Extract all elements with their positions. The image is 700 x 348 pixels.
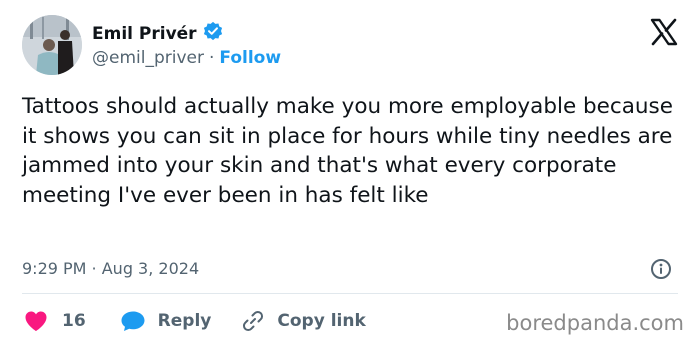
avatar[interactable] bbox=[22, 15, 82, 75]
heart-icon bbox=[24, 310, 48, 332]
author-handle-row: @emil_priver · Follow bbox=[92, 48, 281, 68]
info-icon[interactable] bbox=[650, 258, 672, 280]
tweet-actions: 16 Reply Copy link bbox=[24, 308, 366, 334]
x-logo-icon[interactable] bbox=[650, 18, 678, 46]
like-button[interactable]: 16 bbox=[24, 310, 86, 332]
watermark: boredpanda.com bbox=[506, 311, 684, 335]
like-count: 16 bbox=[62, 311, 86, 331]
avatar-photo bbox=[22, 15, 82, 75]
copy-link-label: Copy link bbox=[277, 311, 366, 331]
reply-bubble-icon bbox=[120, 310, 146, 332]
verified-badge-icon bbox=[203, 21, 223, 46]
handle-separator: · bbox=[208, 48, 215, 68]
copy-link-button[interactable]: Copy link bbox=[241, 309, 366, 333]
tweet-timestamp[interactable]: 9:29 PM · Aug 3, 2024 bbox=[22, 259, 199, 278]
divider bbox=[22, 293, 678, 294]
link-icon bbox=[241, 309, 265, 333]
author-name[interactable]: Emil Privér bbox=[92, 24, 197, 44]
reply-button[interactable]: Reply bbox=[120, 310, 212, 332]
author-name-row[interactable]: Emil Privér bbox=[92, 21, 223, 46]
follow-button[interactable]: Follow bbox=[219, 48, 281, 68]
tweet-text: Tattoos should actually make you more em… bbox=[22, 94, 673, 208]
reply-label: Reply bbox=[157, 311, 212, 331]
author-handle[interactable]: @emil_priver bbox=[92, 48, 204, 68]
